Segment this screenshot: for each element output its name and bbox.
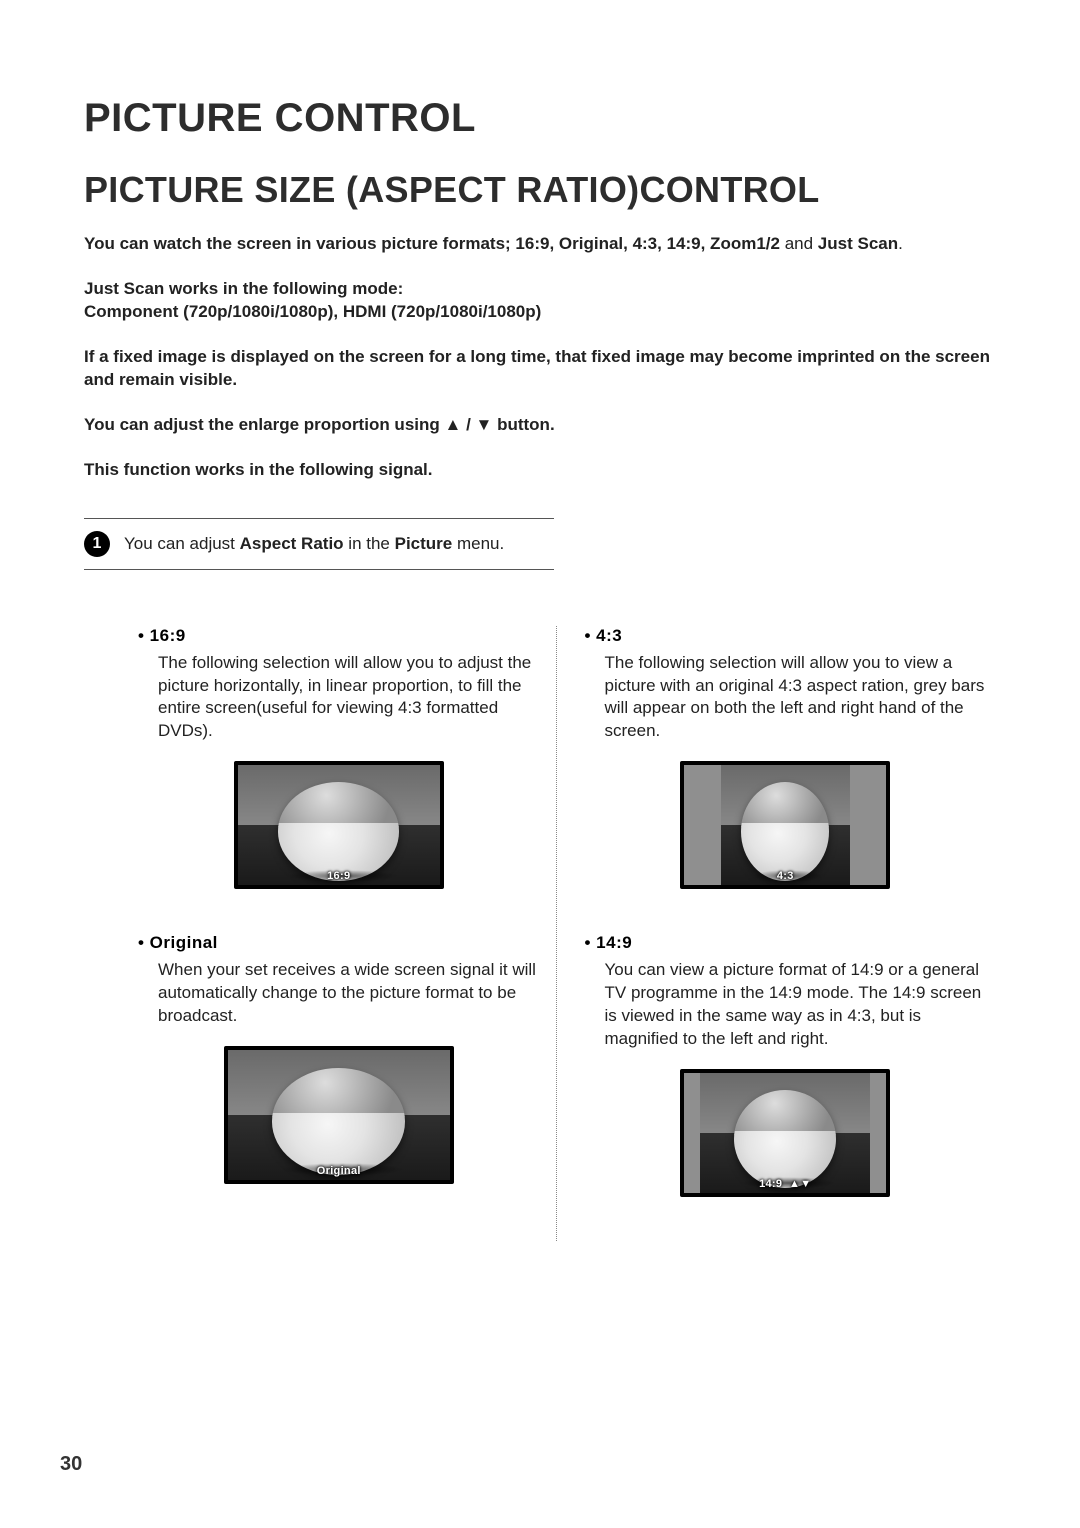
modes-columns: • 16:9 The following selection will allo… [84, 626, 1002, 1242]
column-right: • 4:3 The following selection will allow… [556, 626, 1003, 1242]
section-title: PICTURE SIZE (ASPECT RATIO)CONTROL [84, 169, 1002, 211]
mode-title: • 4:3 [585, 626, 987, 646]
mode-4-3: • 4:3 The following selection will allow… [585, 626, 987, 890]
triangle-up-icon [445, 415, 462, 434]
mode-title: • Original [138, 933, 540, 953]
mode-body: You can view a picture format of 14:9 or… [585, 959, 985, 1051]
step-1: 1 You can adjust Aspect Ratio in the Pic… [84, 519, 554, 570]
intro-burnin: If a fixed image is displayed on the scr… [84, 346, 1002, 392]
mode-illustration: Original [138, 1046, 540, 1184]
tv-label: 16:9 [234, 870, 444, 882]
mode-title: • 14:9 [585, 933, 987, 953]
triangle-down-icon [476, 415, 493, 434]
mode-illustration: 14:9 [585, 1069, 987, 1197]
step-text: You can adjust Aspect Ratio in the Pictu… [124, 534, 504, 554]
tv-label: 14:9 [680, 1178, 890, 1190]
intro-arrows: You can adjust the enlarge proportion us… [84, 414, 1002, 437]
triangle-down-icon [800, 1178, 811, 1190]
mode-14-9: • 14:9 You can view a picture format of … [585, 933, 987, 1197]
intro-formats: You can watch the screen in various pict… [84, 233, 1002, 256]
tv-label: Original [224, 1165, 454, 1177]
mode-16-9: • 16:9 The following selection will allo… [138, 626, 540, 890]
page-title: PICTURE CONTROL [84, 96, 1002, 141]
mode-body: When your set receives a wide screen sig… [138, 959, 538, 1028]
triangle-up-icon [789, 1178, 800, 1190]
column-left: • 16:9 The following selection will allo… [84, 626, 556, 1242]
intro-justscan: Just Scan works in the following mode: C… [84, 278, 1002, 324]
tv-frame: 4:3 [680, 761, 890, 889]
page-number: 30 [60, 1453, 82, 1476]
mode-original: • Original When your set receives a wide… [138, 933, 540, 1184]
mode-title: • 16:9 [138, 626, 540, 646]
mode-illustration: 4:3 [585, 761, 987, 889]
tv-frame: 16:9 [234, 761, 444, 889]
mode-illustration: 16:9 [138, 761, 540, 889]
mode-body: The following selection will allow you t… [585, 652, 985, 744]
manual-page: PICTURE CONTROL PICTURE SIZE (ASPECT RAT… [0, 0, 1080, 1528]
tv-label: 4:3 [680, 870, 890, 882]
intro-signal: This function works in the following sig… [84, 459, 1002, 482]
step-number-badge: 1 [84, 531, 110, 557]
tv-frame: 14:9 [680, 1069, 890, 1197]
tv-frame: Original [224, 1046, 454, 1184]
mode-body: The following selection will allow you t… [138, 652, 538, 744]
